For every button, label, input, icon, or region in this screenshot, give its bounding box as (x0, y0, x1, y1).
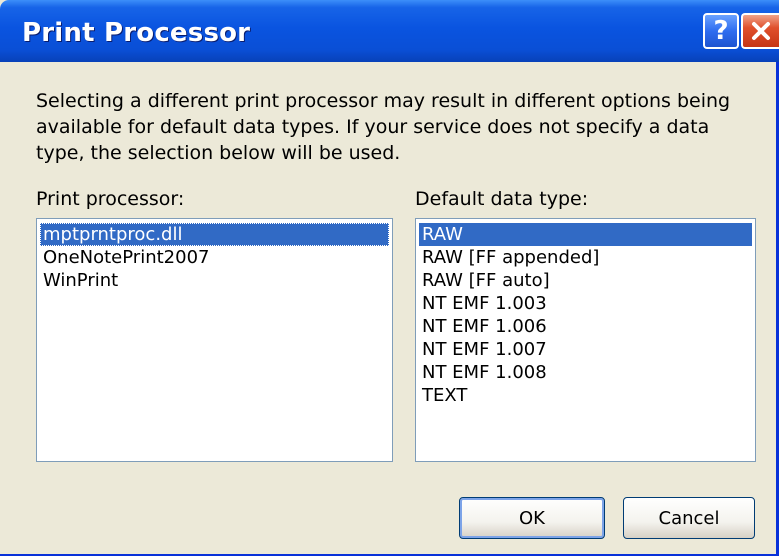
list-item-datatype[interactable]: RAW [FF auto] (419, 269, 752, 292)
print-processor-label: Print processor: (36, 188, 185, 210)
cancel-button[interactable]: Cancel (623, 497, 755, 539)
list-item-processor[interactable]: OneNotePrint2007 (40, 246, 389, 269)
list-item-processor[interactable]: mptprntproc.dll (40, 223, 389, 246)
list-item-datatype[interactable]: RAW [FF appended] (419, 246, 752, 269)
dialog-title: Print Processor (22, 18, 251, 48)
list-item-datatype[interactable]: RAW (419, 223, 752, 246)
list-item-datatype[interactable]: NT EMF 1.006 (419, 315, 752, 338)
list-item-processor[interactable]: WinPrint (40, 269, 389, 292)
list-item-datatype[interactable]: NT EMF 1.008 (419, 361, 752, 384)
default-data-type-label: Default data type: (415, 188, 589, 210)
print-processor-listbox[interactable]: mptprntproc.dll OneNotePrint2007 WinPrin… (36, 218, 393, 462)
help-button[interactable]: ? (703, 13, 739, 49)
close-icon (752, 22, 770, 40)
ok-button[interactable]: OK (459, 497, 605, 539)
title-bar[interactable]: Print Processor ? (0, 0, 779, 62)
close-button[interactable] (741, 13, 779, 49)
description-line: type, the selection below will be used. (36, 142, 401, 164)
list-item-datatype[interactable]: NT EMF 1.003 (419, 292, 752, 315)
help-icon: ? (713, 16, 729, 46)
default-data-type-listbox[interactable]: RAW RAW [FF appended] RAW [FF auto] NT E… (415, 218, 756, 462)
description-text: Selecting a different print processor ma… (36, 88, 756, 166)
print-processor-dialog: Print Processor ? Selecting a different … (0, 0, 779, 556)
list-item-datatype[interactable]: TEXT (419, 384, 752, 407)
description-line: available for default data types. If you… (36, 116, 710, 138)
list-item-datatype[interactable]: NT EMF 1.007 (419, 338, 752, 361)
description-line: Selecting a different print processor ma… (36, 90, 731, 112)
